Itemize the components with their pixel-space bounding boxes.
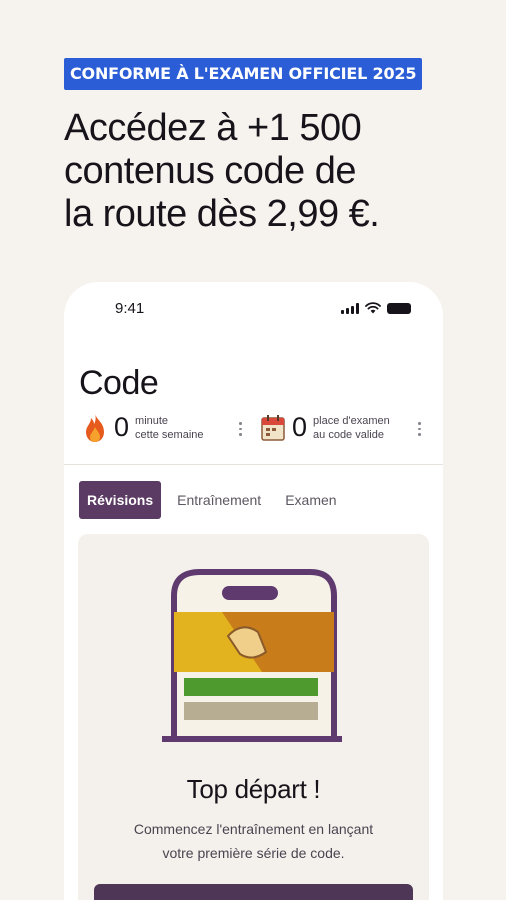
stat-label-line: cette semaine — [135, 428, 204, 441]
stat-minutes: 0 minute cette semaine — [82, 412, 204, 443]
card-title: Top départ ! — [186, 774, 321, 804]
tab-revisions[interactable]: Révisions — [79, 481, 162, 519]
phone-mockup: 9:41 Code 0 minute cette semaine 0 place… — [64, 282, 443, 900]
more-options-icon[interactable] — [239, 422, 242, 439]
card-description-line: Commencez l'entraînement en lançant — [133, 821, 374, 837]
stat-minutes-label: minute cette semaine — [135, 414, 203, 442]
tab-examen[interactable]: Examen — [277, 481, 344, 519]
headline-line: Accédez à +1 500 — [64, 107, 362, 149]
flame-icon — [86, 413, 104, 442]
stat-label-line: place d'examen — [313, 414, 390, 427]
promo-badge: CONFORME À L'EXAMEN OFFICIEL 2025 — [64, 58, 423, 90]
start-button[interactable] — [94, 884, 413, 900]
stat-label-line: minute — [135, 414, 169, 427]
stat-exam-label: place d'examen au code valide — [313, 414, 390, 442]
card-description-line: votre première série de code. — [162, 845, 345, 861]
headline-line: la route dès 2,99 €. — [64, 193, 380, 235]
stat-label-line: au code valide — [313, 428, 384, 441]
phone-illustration-icon — [162, 569, 342, 742]
stat-minutes-value: 0 — [114, 412, 130, 442]
headline-line: contenus code de — [64, 150, 357, 192]
battery-icon — [387, 303, 411, 314]
stat-exam-value: 0 — [292, 412, 308, 442]
more-options-icon[interactable] — [418, 422, 421, 439]
status-icons — [341, 302, 411, 314]
tab-bar: Révisions Entraînement Examen — [79, 481, 353, 519]
start-card: Top départ ! Commencez l'entraînement en… — [78, 534, 429, 900]
card-description: Commencez l'entraînement en lançant votr… — [98, 817, 409, 865]
divider — [64, 464, 443, 465]
stat-exam-slot: 0 place d'examen au code valide — [260, 412, 390, 443]
tab-entrainement[interactable]: Entraînement — [169, 481, 269, 519]
wifi-icon — [365, 302, 381, 314]
page-title: Code — [79, 364, 159, 402]
cellular-signal-icon — [341, 303, 359, 314]
calendar-icon — [261, 414, 285, 441]
status-time: 9:41 — [115, 300, 145, 317]
promo-headline: Accédez à +1 500 contenus code de la rou… — [64, 107, 484, 236]
